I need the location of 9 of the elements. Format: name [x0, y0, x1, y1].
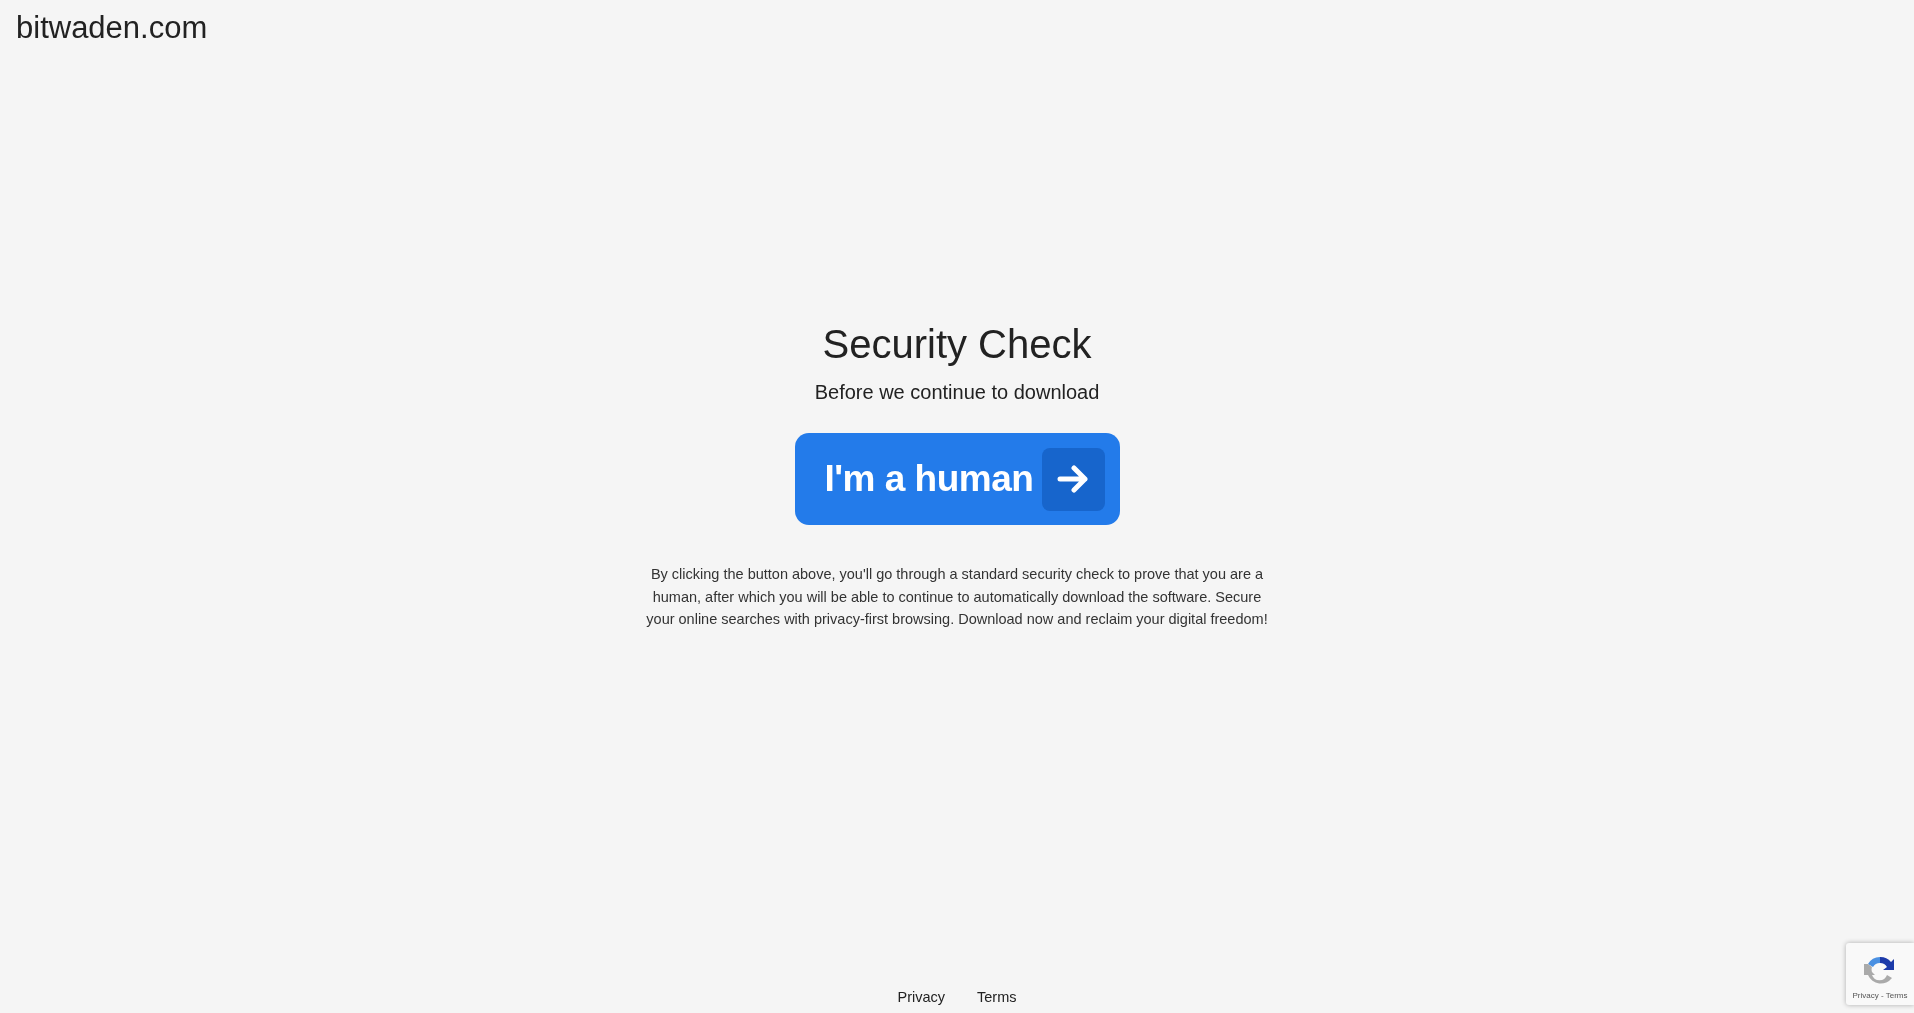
site-title: bitwaden.com: [16, 10, 208, 45]
description-paragraph: By clicking the button above, you'll go through a standard security check to prove that you are a human, after which you will be able to continue to automatically download the software. Secure your online searches with privacy-first browsing. Download now and reclaim your digital freedom!: [645, 565, 1269, 629]
footer-link[interactable]: Terms: [977, 987, 1017, 1007]
subtitle: Before we continue to download: [814, 380, 1100, 405]
page-heading: Security Check: [822, 321, 1092, 368]
human-verify-button[interactable]: I'm a human: [794, 433, 1120, 525]
footer-link[interactable]: Privacy: [897, 987, 946, 1007]
arrow-right-icon: [1041, 447, 1105, 511]
recaptcha-links[interactable]: Privacy - Terms: [1852, 991, 1908, 1001]
